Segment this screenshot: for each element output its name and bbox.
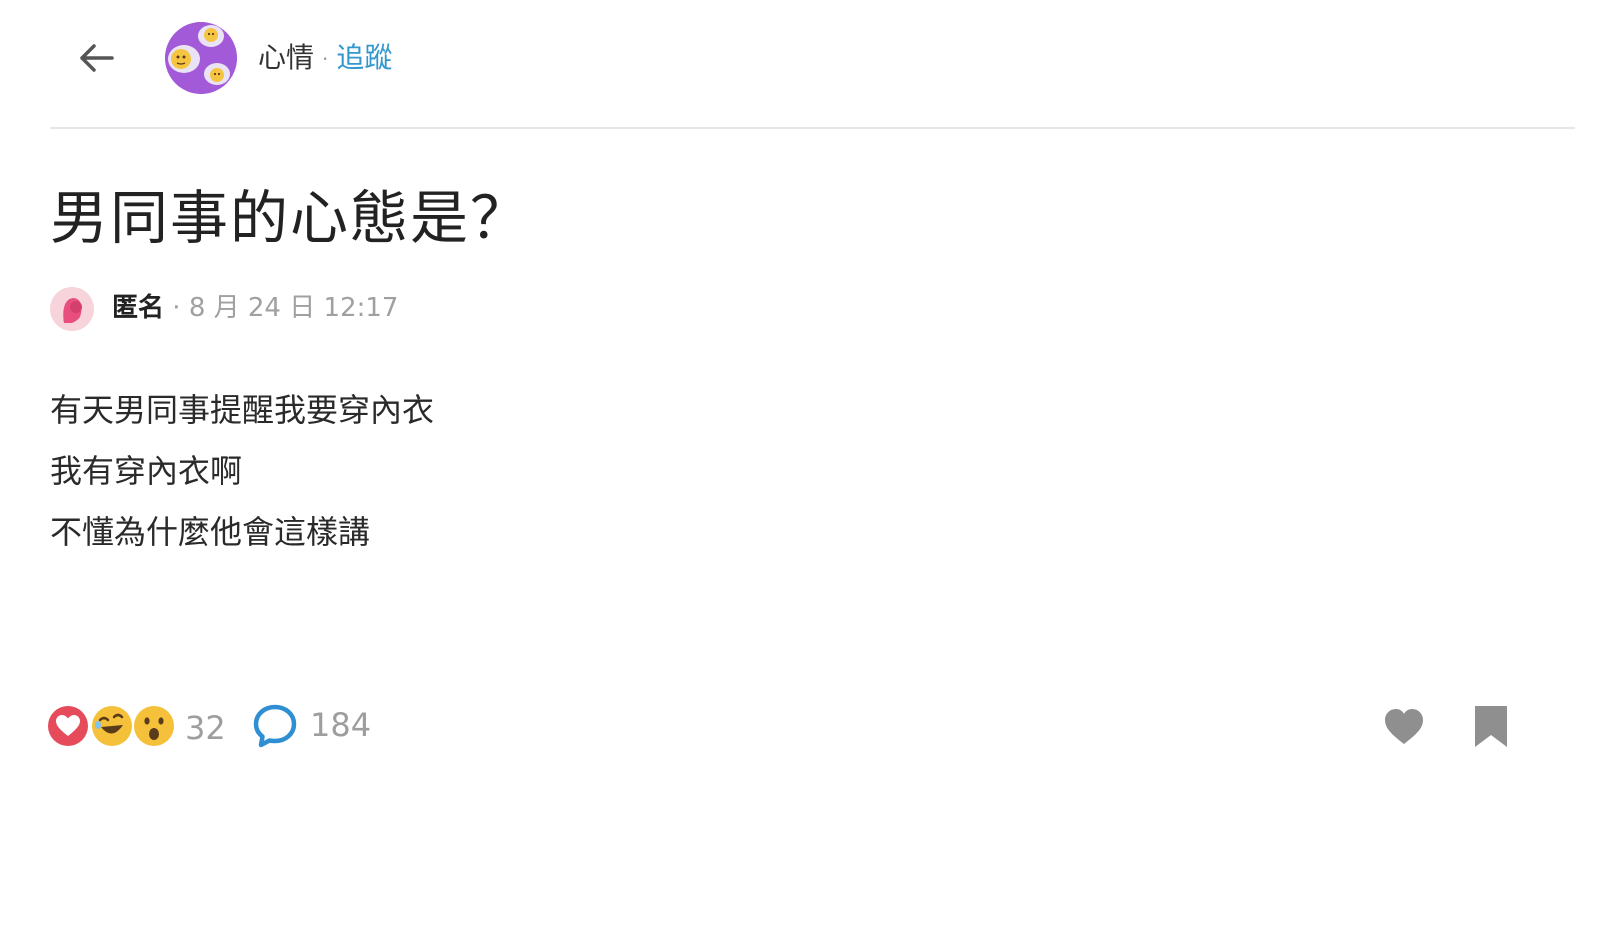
forum-name[interactable]: 心情: [258, 41, 314, 74]
reaction-count: 32: [185, 709, 226, 747]
post-footer: 32 184: [45, 700, 1535, 752]
anonymous-female-avatar-icon: [50, 287, 94, 331]
post-body: 有天男同事提醒我要穿內衣 我有穿內衣啊 不懂為什麼他會這樣講: [50, 380, 434, 563]
post-header: 心情 · 追蹤: [50, 0, 1575, 129]
heart-like-icon[interactable]: [1380, 702, 1428, 750]
comment-count: 184: [310, 706, 372, 744]
post-title: 男同事的心態是？: [50, 184, 531, 252]
follow-button[interactable]: 追蹤: [336, 41, 392, 74]
body-line: 有天男同事提醒我要穿內衣: [50, 391, 435, 429]
forum-info: 心情 · 追蹤: [258, 40, 392, 77]
body-line: 不懂為什麼他會這樣講: [50, 513, 371, 551]
bookmark-icon[interactable]: [1470, 702, 1512, 750]
separator-dot: ·: [322, 47, 329, 71]
forum-avatar[interactable]: [165, 22, 237, 94]
emoji-bubbles-icon: [165, 22, 237, 94]
post-timestamp: 8 月 24 日 12:17: [188, 293, 399, 323]
surprised-reaction-icon: [132, 704, 176, 748]
separator-dot: ·: [172, 293, 181, 323]
laughing-reaction-icon: [90, 704, 134, 748]
author-name: 匿名: [112, 293, 165, 323]
body-line: 我有穿內衣啊: [50, 452, 243, 490]
back-arrow-icon[interactable]: [72, 33, 122, 83]
comment-icon[interactable]: [251, 702, 299, 750]
author-line: 匿名 · 8 月 24 日 12:17: [112, 292, 398, 324]
author-avatar: [50, 287, 94, 331]
heart-reaction-icon: [46, 704, 90, 748]
post-page: 心情 · 追蹤 男同事的心態是？ 匿名 · 8 月 24 日 12:17 有天男同事…: [0, 0, 1600, 939]
